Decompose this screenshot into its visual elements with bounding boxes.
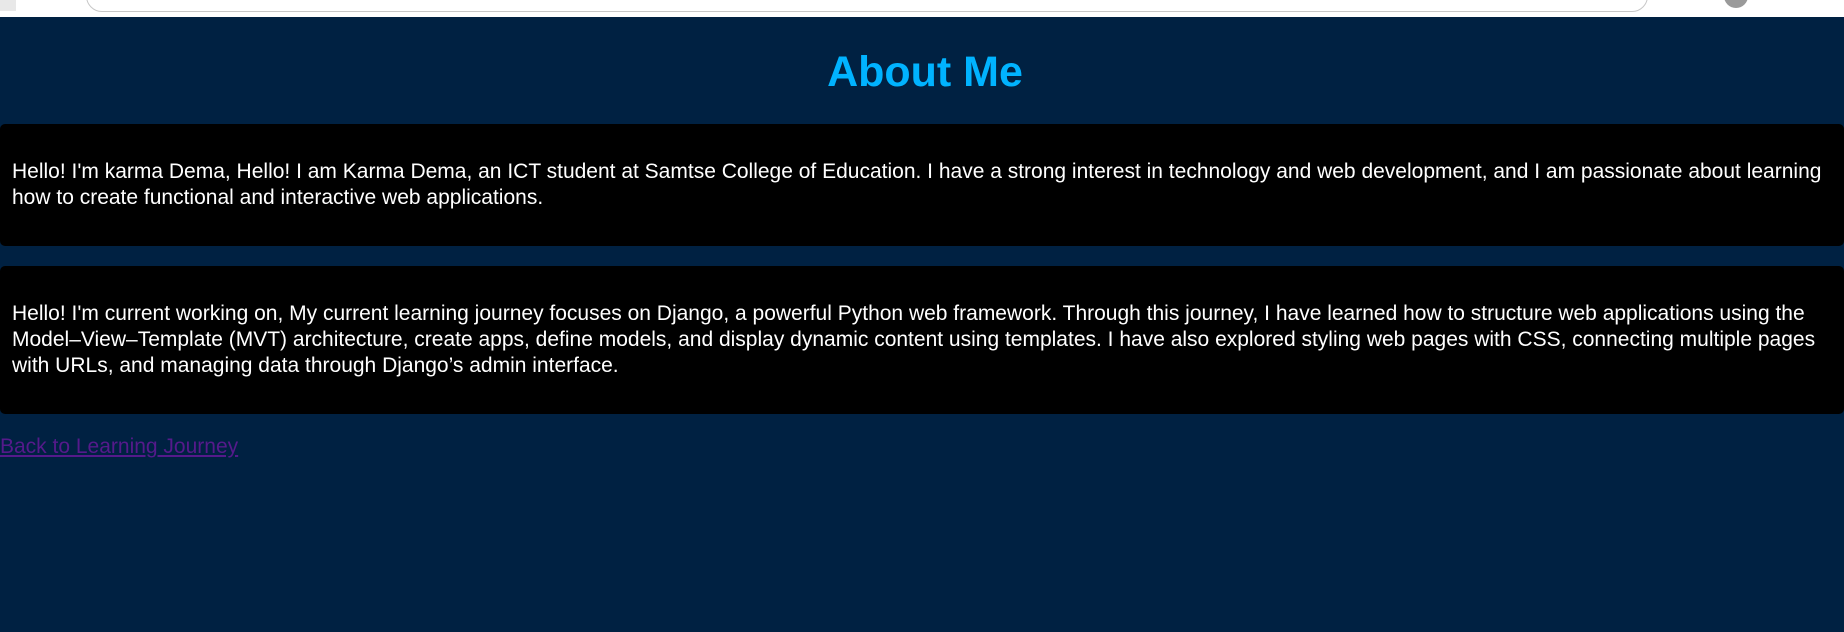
intro-text: Hello! I'm karma Dema, Hello! I am Karma… bbox=[12, 160, 1822, 209]
about-page: About Me Hello! I'm karma Dema, Hello! I… bbox=[0, 17, 1844, 632]
profile-avatar-icon[interactable] bbox=[1724, 0, 1748, 8]
intro-card: Hello! I'm karma Dema, Hello! I am Karma… bbox=[0, 124, 1844, 246]
tab-edge bbox=[0, 0, 16, 11]
browser-toolbar bbox=[0, 0, 1844, 17]
address-bar[interactable] bbox=[86, 0, 1648, 12]
back-to-learning-journey-link[interactable]: Back to Learning Journey bbox=[0, 435, 238, 459]
learning-journey-card: Hello! I'm current working on, My curren… bbox=[0, 266, 1844, 414]
journey-text: Hello! I'm current working on, My curren… bbox=[12, 302, 1816, 377]
page-title: About Me bbox=[827, 48, 1023, 96]
